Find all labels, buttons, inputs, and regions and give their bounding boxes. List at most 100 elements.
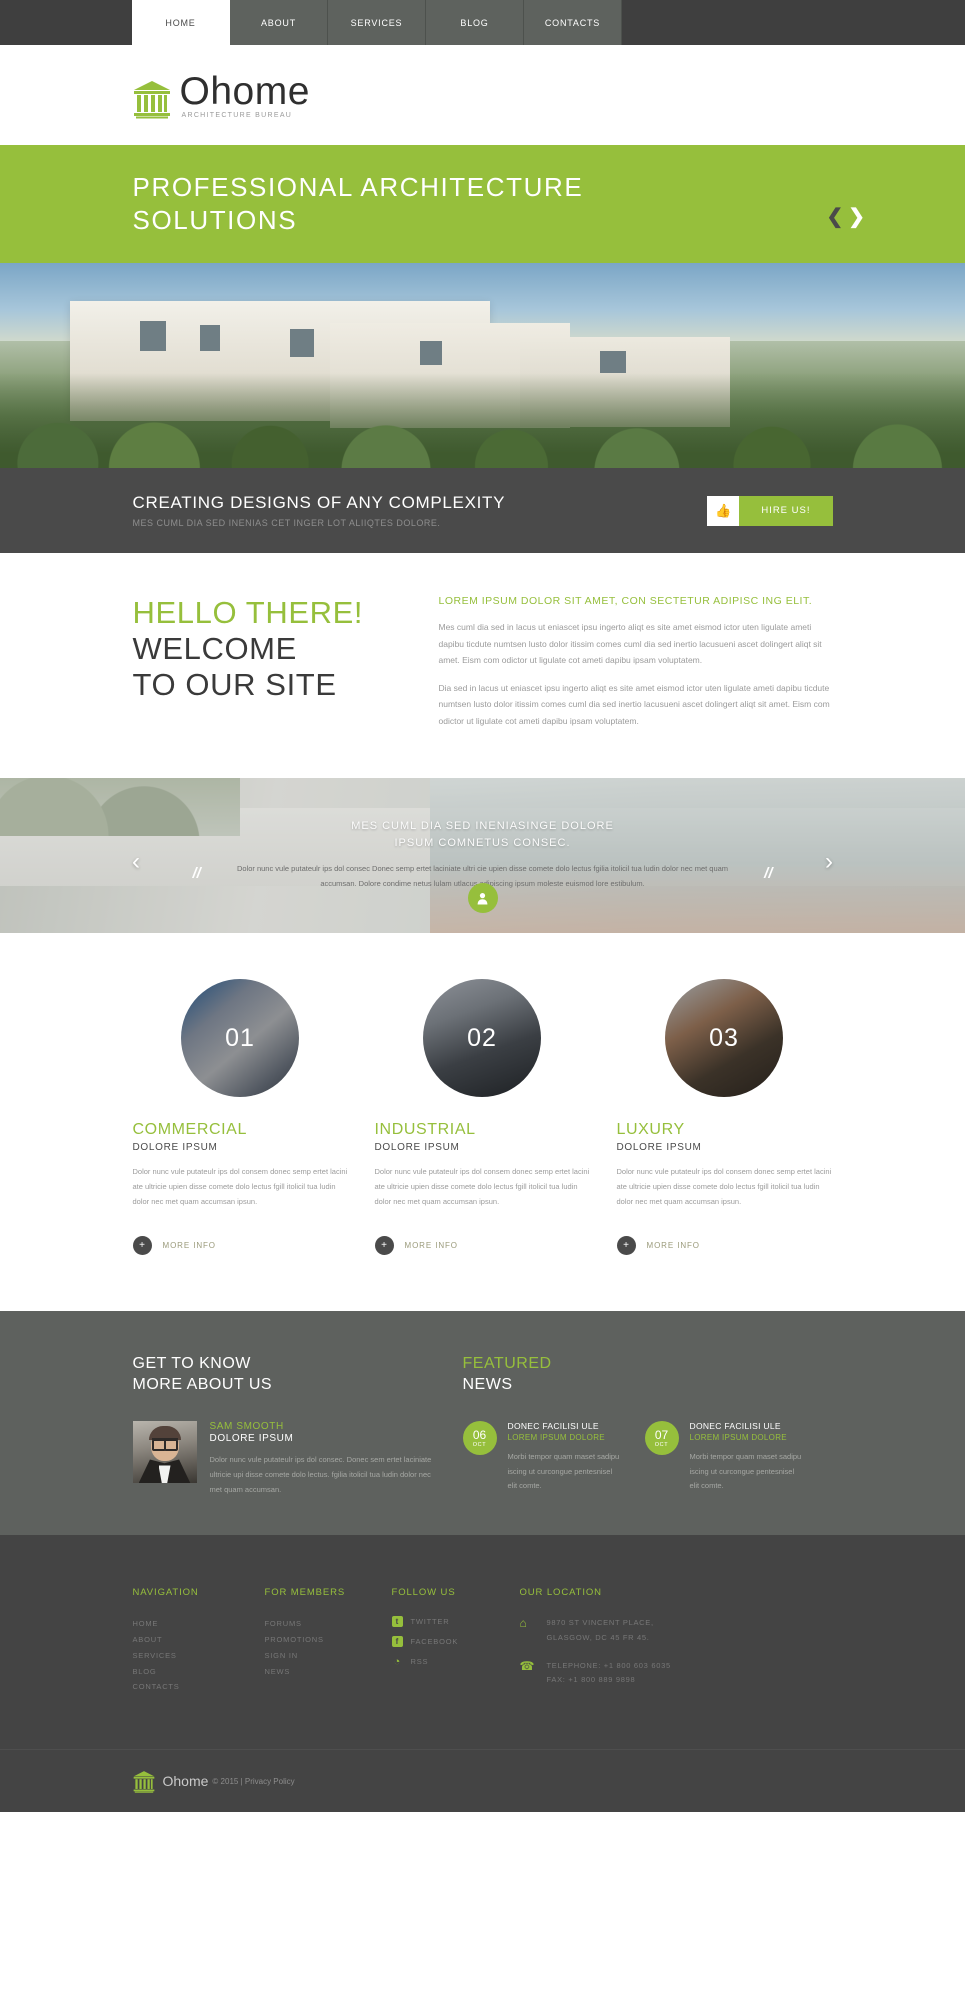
footer-navigation-column: NAVIGATION HOME ABOUT SERVICES BLOG CONT… [133,1587,265,1701]
news-text: Morbi tempor quam maset sadipu iscing ut… [507,1452,620,1490]
service-more-label: MORE INFO [646,1241,700,1251]
logo-link[interactable]: Ohome ARCHITECTURE BUREAU [133,72,310,119]
footer-members-heading: FOR MEMBERS [264,1587,346,1599]
hero-window [140,321,166,351]
quote-mark-left-icon: // [192,865,201,883]
service-image-industrial[interactable]: 02 [423,979,541,1098]
testimonial-next-icon[interactable]: › [825,848,833,876]
social-link-twitter[interactable]: t TWITTER [391,1616,520,1628]
news-title[interactable]: DONEC FACILISI ULE [690,1421,805,1431]
service-image-luxury[interactable]: 03 [665,979,783,1098]
welcome-heading-green: HELLO THERE! [132,595,364,630]
news-item-body: DONEC FACILISI ULE LOREM IPSUM DOLORE Mo… [690,1421,805,1493]
footer-link-news[interactable]: NEWS [265,1664,392,1680]
hero-banner-title-line1: PROFESSIONAL ARCHITECTURE [132,171,584,202]
news-heading: FEATURED NEWS [463,1353,833,1395]
welcome-paragraph-1: Mes cuml dia sed in lacus ut eniascet ip… [438,622,822,666]
hero-banner: PROFESSIONAL ARCHITECTURE SOLUTIONS ❮ ❯ [0,145,965,263]
welcome-paragraph-2: Dia sed in lacus ut eniascet ipsu ingert… [438,682,830,726]
service-more-info-button[interactable]: + MORE INFO [132,1236,348,1256]
hero-banner-title-line2: SOLUTIONS [132,205,298,235]
about-news-section: GET TO KNOW MORE ABOUT US SAM SMOOTH DOL… [0,1311,965,1536]
service-number: 03 [709,1023,739,1052]
testimonial-title: MES CUML DIA SED INENIASINGE DOLORE IPSU… [133,818,833,852]
news-subtitle: LOREM IPSUM DOLORE [689,1433,787,1443]
news-item[interactable]: 06 OCT DONEC FACILISI ULE LOREM IPSUM DO… [462,1421,623,1493]
bank-building-icon [133,1770,154,1793]
footer-address-line1: 9870 ST VINCENT PLACE, [546,1618,654,1628]
nav-item-home[interactable]: HOME [132,0,230,45]
services-section: 01 COMMERCIAL DOLORE IPSUM Dolor nunc vu… [0,933,965,1312]
footer-link-services[interactable]: SERVICES [133,1648,265,1664]
footer-phone-line1: TELEPHONE: +1 800 603 6035 [546,1660,671,1670]
page-root: HOME ABOUT SERVICES BLOG CONTACTS Ohome … [0,0,965,1813]
service-text: Dolor nunc vule putateulr ips dol consem… [132,1167,348,1206]
news-item[interactable]: 07 OCT DONEC FACILISI ULE LOREM IPSUM DO… [644,1421,805,1493]
footer-link-forums[interactable]: FORUMS [265,1616,392,1632]
social-label-rss: RSS [410,1657,429,1667]
hero-prev-arrow-icon[interactable]: ❮ [826,207,843,227]
cta-title: CREATING DESIGNS OF ANY COMPLEXITY [132,493,506,512]
welcome-heading-line1: WELCOME [132,630,297,666]
footer-follow-column: FOLLOW US t TWITTER f FACEBOOK ◔ RSS [391,1587,520,1701]
social-label-twitter: TWITTER [410,1617,450,1627]
service-card-industrial: 02 INDUSTRIAL DOLORE IPSUM Dolor nunc vu… [374,979,590,1256]
footer-link-about[interactable]: ABOUT [133,1632,265,1648]
news-month: OCT [654,1441,669,1448]
service-text: Dolor nunc vule putateulr ips dol consem… [374,1167,590,1206]
twitter-icon: t [391,1616,403,1628]
team-member-photo [132,1421,197,1484]
about-column: GET TO KNOW MORE ABOUT US SAM SMOOTH DOL… [132,1353,433,1497]
service-subtitle: DOLORE IPSUM [616,1142,702,1154]
news-item-body: DONEC FACILISI ULE LOREM IPSUM DOLORE Mo… [508,1421,623,1493]
hero-window [600,351,626,373]
service-more-info-button[interactable]: + MORE INFO [374,1236,590,1256]
service-title: INDUSTRIAL [374,1121,476,1139]
testimonial-prev-icon[interactable]: ‹ [132,848,140,876]
rss-icon: ◔ [393,1655,401,1668]
testimonial-avatar[interactable] [467,883,498,914]
service-image-commercial[interactable]: 01 [181,979,299,1098]
person-icon [477,892,488,905]
social-label-facebook: FACEBOOK [410,1637,459,1647]
footer-navigation-heading: NAVIGATION [132,1587,199,1599]
service-subtitle: DOLORE IPSUM [132,1142,218,1154]
footer: NAVIGATION HOME ABOUT SERVICES BLOG CONT… [0,1535,965,1813]
footer-brand-name: Ohome [162,1773,209,1790]
hero-next-arrow-icon[interactable]: ❯ [848,207,865,227]
service-more-info-button[interactable]: + MORE INFO [616,1236,832,1256]
nav-item-about[interactable]: ABOUT [230,0,328,45]
testimonial-content: MES CUML DIA SED INENIASINGE DOLORE IPSU… [133,778,833,891]
hero-banner-controls: ❮ ❯ [826,207,865,227]
service-title: COMMERCIAL [132,1121,247,1139]
footer-link-promotions[interactable]: PROMOTIONS [265,1632,392,1648]
hero-greenery [0,373,965,468]
footer-link-home[interactable]: HOME [133,1616,265,1632]
news-heading-featured: FEATURED [462,1355,552,1373]
hire-us-label[interactable]: HIRE US! [739,495,833,526]
news-month: OCT [472,1441,487,1448]
plus-icon: + [616,1236,636,1256]
footer-link-signin[interactable]: SIGN IN [265,1648,392,1664]
testimonial-title-line2: IPSUM COMNETUS CONSEC. [394,837,571,850]
home-icon: ⌂ [519,1616,527,1631]
social-link-rss[interactable]: ◔ RSS [392,1655,520,1668]
social-link-facebook[interactable]: f FACEBOOK [391,1636,520,1648]
about-heading: GET TO KNOW MORE ABOUT US [133,1353,433,1395]
footer-copyright[interactable]: © 2015 | Privacy Policy [212,1777,294,1786]
nav-item-services[interactable]: SERVICES [328,0,426,45]
nav-item-contacts[interactable]: CONTACTS [524,0,622,45]
news-title[interactable]: DONEC FACILISI ULE [508,1421,623,1431]
footer-bottom-bar: Ohome © 2015 | Privacy Policy [0,1749,965,1812]
hire-us-button[interactable]: 👍 HIRE US! [707,495,833,526]
phone-icon: ☎ [519,1658,535,1673]
service-more-label: MORE INFO [162,1241,216,1251]
cta-text-block: CREATING DESIGNS OF ANY COMPLEXITY MES C… [133,493,506,528]
about-heading-line1: GET TO KNOW [132,1355,251,1373]
nav-item-blog[interactable]: BLOG [426,0,524,45]
footer-link-contacts[interactable]: CONTACTS [133,1679,265,1695]
footer-link-blog[interactable]: BLOG [133,1664,265,1680]
footer-members-column: FOR MEMBERS FORUMS PROMOTIONS SIGN IN NE… [265,1587,392,1701]
footer-logo[interactable]: Ohome [133,1770,209,1793]
service-card-commercial: 01 COMMERCIAL DOLORE IPSUM Dolor nunc vu… [132,979,348,1256]
